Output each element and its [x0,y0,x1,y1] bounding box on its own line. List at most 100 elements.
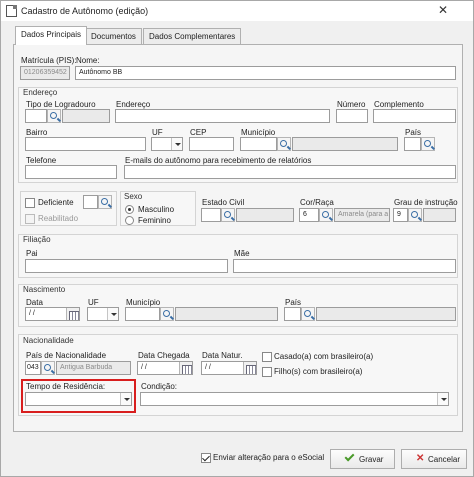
municipio-label: Município [241,128,276,137]
search-icon[interactable] [319,208,333,222]
matricula-field[interactable]: 01206359452 [20,66,70,80]
uf-select[interactable] [151,137,183,151]
bairro-label: Bairro [26,128,48,137]
municipio-desc [292,137,398,151]
close-icon[interactable]: ✕ [436,3,450,17]
masculino-radio[interactable] [125,205,134,214]
checkmark-icon [344,451,355,462]
matricula-label: Matrícula (PIS): [21,56,77,65]
casado-checkbox[interactable] [262,352,272,362]
condicao-label: Condição: [141,382,178,391]
tab-dados-principais[interactable]: Dados Principais [15,26,88,45]
search-icon[interactable] [41,361,55,375]
grau-instrucao-field[interactable]: 9 [393,208,408,222]
nasc-pais-desc [316,307,456,321]
bairro-field[interactable] [25,137,146,151]
emails-field[interactable] [124,165,456,179]
endereco-field[interactable] [115,109,330,123]
numero-field[interactable] [336,109,368,123]
pais-field[interactable] [404,137,421,151]
tipo-logradouro-field[interactable] [25,109,47,123]
reabilitado-label: Reabilitado [38,214,79,223]
enviar-esocial-checkbox[interactable] [201,453,211,463]
deficiente-label: Deficiente [38,198,74,207]
enviar-esocial-label: Enviar alteração para o eSocial [213,453,325,462]
pais-nacionalidade-field[interactable]: 043 [25,361,41,375]
search-icon[interactable] [408,208,422,222]
filhos-checkbox[interactable] [262,367,272,377]
tab-documentos[interactable]: Documentos [85,28,142,44]
data-natur-label: Data Natur. [202,351,243,360]
nascimento-title: Nascimento [23,285,66,294]
calendar-icon[interactable] [179,362,192,374]
chevron-down-icon[interactable] [107,308,118,320]
title-bar: Cadastro de Autônomo (edição) ✕ [1,1,473,21]
calendar-icon[interactable] [66,308,79,320]
mae-label: Mãe [234,249,250,258]
condicao-select[interactable] [140,392,449,406]
dialog-window: Cadastro de Autônomo (edição) ✕ Dados Pr… [0,0,474,477]
gravar-button[interactable]: Gravar [330,449,395,469]
casado-label: Casado(a) com brasileiro(a) [274,352,374,361]
calendar-icon[interactable] [243,362,256,374]
chevron-down-icon[interactable] [171,138,182,150]
cancelar-button[interactable]: ✕ Cancelar [401,449,467,469]
app-icon [6,5,17,17]
endereco-label: Endereço [116,100,151,109]
pais-nacionalidade-desc: Antigua Barbuda [56,361,131,375]
cor-raca-desc: Amarela (para a [334,208,390,222]
telefone-field[interactable] [25,165,117,179]
chevron-down-icon[interactable] [437,393,448,405]
search-icon[interactable] [421,137,435,151]
search-icon[interactable] [47,109,61,123]
cancel-icon: ✕ [416,453,425,464]
cep-field[interactable] [189,137,234,151]
filiacao-title: Filiação [23,235,51,244]
tab-dados-complementares[interactable]: Dados Complementares [143,28,242,44]
nasc-municipio-desc [175,307,278,321]
complemento-label: Complemento [374,100,424,109]
pais-nacionalidade-label: País de Nacionalidade [26,351,107,360]
mae-field[interactable] [233,259,456,273]
data-chegada-value: / / [141,364,147,371]
pai-label: Pai [26,249,38,258]
nasc-data-field[interactable]: / / [25,307,80,321]
gravar-label: Gravar [359,455,384,464]
nasc-pais-field[interactable] [284,307,301,321]
nasc-municipio-label: Município [126,298,161,307]
deficiente-checkbox[interactable] [25,198,35,208]
cancelar-label: Cancelar [428,455,461,464]
pai-field[interactable] [25,259,228,273]
nome-label: Nome: [76,56,100,65]
feminino-label: Feminino [138,216,171,225]
estado-civil-field[interactable] [201,208,221,222]
tipo-logradouro-desc [62,109,110,123]
municipio-field[interactable] [240,137,277,151]
data-natur-field[interactable]: / / [201,361,257,375]
uf-label: UF [152,128,163,137]
filhos-label: Filho(s) com brasileiro(a) [274,367,363,376]
deficiente-type-field[interactable] [83,195,98,209]
reabilitado-checkbox[interactable] [25,214,35,224]
search-icon[interactable] [98,195,112,209]
complemento-field[interactable] [373,109,456,123]
masculino-label: Masculino [138,205,175,214]
nasc-municipio-field[interactable] [125,307,160,321]
pais-label: País [405,128,422,137]
emails-label: E-mails do autônomo para recebimento de … [125,156,312,165]
sexo-title: Sexo [124,192,143,201]
search-icon[interactable] [221,208,235,222]
telefone-label: Telefone [26,156,57,165]
cor-raca-label: Cor/Raça [300,198,334,207]
nasc-uf-label: UF [88,298,99,307]
nasc-uf-select[interactable] [87,307,119,321]
cor-raca-field[interactable]: 6 [299,208,319,222]
search-icon[interactable] [277,137,291,151]
nasc-data-label: Data [26,298,43,307]
search-icon[interactable] [301,307,315,321]
cep-label: CEP [190,128,207,137]
feminino-radio[interactable] [125,216,134,225]
nome-field[interactable]: Autônomo BB [75,66,456,80]
search-icon[interactable] [160,307,174,321]
data-chegada-field[interactable]: / / [137,361,193,375]
